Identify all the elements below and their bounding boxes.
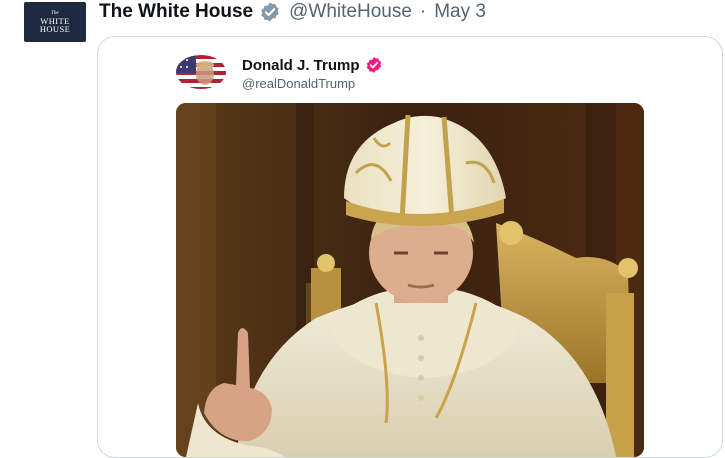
quoted-author-row: Donald J. Trump bbox=[242, 56, 383, 74]
quoted-verified-badge-icon[interactable] bbox=[365, 56, 383, 74]
avatar-text-line2: HOUSE bbox=[39, 24, 71, 34]
post-header: The White House @WhiteHouse · May 3 bbox=[99, 0, 486, 24]
avatar-text-the: The bbox=[51, 10, 59, 16]
verified-badge-icon[interactable] bbox=[259, 1, 281, 23]
meta-separator: · bbox=[419, 1, 427, 22]
portrait-image[interactable] bbox=[176, 103, 644, 457]
author-handle[interactable]: @WhiteHouse bbox=[289, 1, 412, 23]
quoted-author-handle[interactable]: @realDonaldTrump bbox=[242, 76, 355, 91]
white-house-avatar[interactable]: The WHITE HOUSE bbox=[24, 2, 86, 42]
quoted-author-name[interactable]: Donald J. Trump bbox=[242, 57, 360, 74]
quoted-post-card[interactable]: Donald J. Trump @realDonaldTrump bbox=[97, 36, 723, 458]
author-display-name[interactable]: The White House bbox=[99, 1, 253, 23]
post-date[interactable]: May 3 bbox=[434, 1, 486, 23]
american-flag-portrait-icon[interactable] bbox=[176, 55, 226, 89]
